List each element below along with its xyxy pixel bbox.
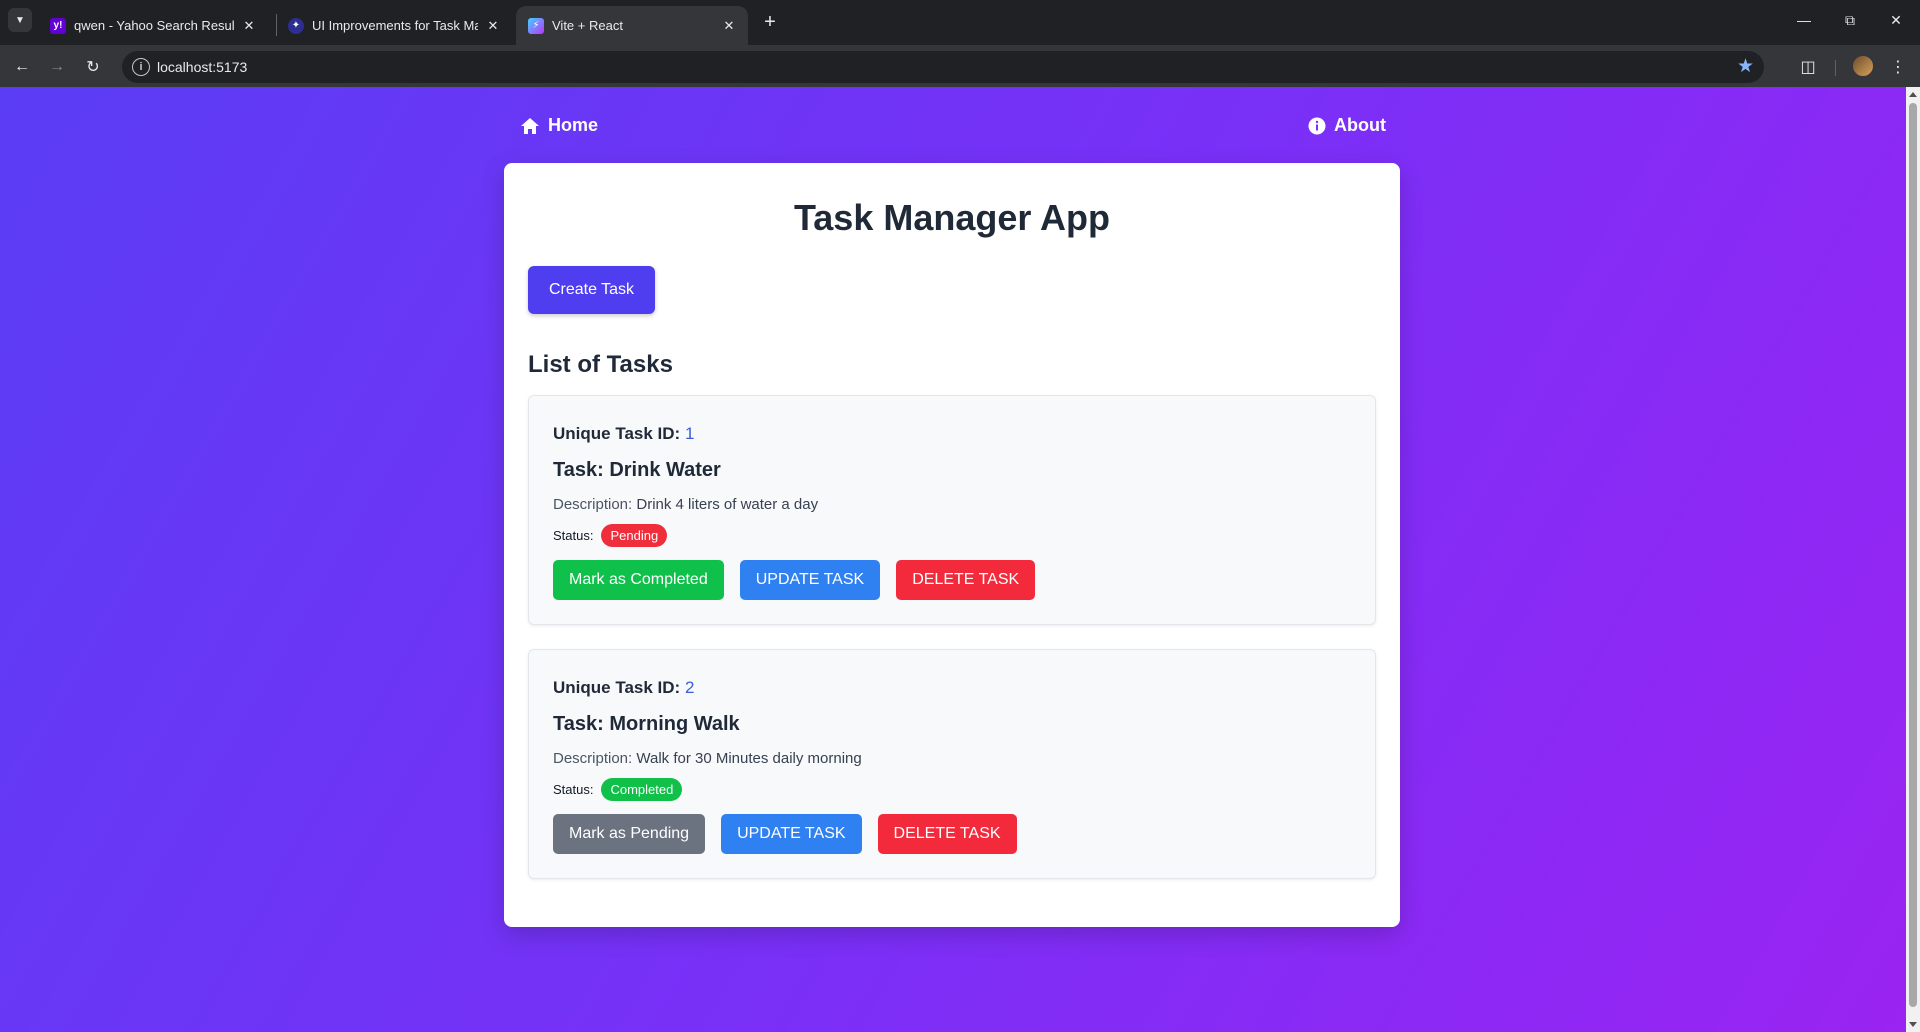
nav-about-label: About — [1334, 115, 1386, 135]
profile-avatar[interactable] — [1851, 54, 1875, 78]
task-card: Unique Task ID: 2 Task: Morning Walk Des… — [528, 649, 1376, 879]
task-name: Task: Morning Walk — [553, 713, 740, 735]
minimize-button[interactable]: — — [1781, 0, 1827, 40]
plus-icon: + — [764, 10, 776, 33]
tab-ui-improvements[interactable]: ✦ UI Improvements for Task Mana ✕ — [276, 6, 512, 45]
task-id-value: 2 — [684, 678, 695, 697]
nav-home-label: Home — [548, 115, 599, 135]
task-status: Status: Pending — [553, 524, 668, 547]
back-button[interactable]: ← — [8, 53, 36, 81]
tab-title: qwen - Yahoo Search Results — [74, 18, 234, 33]
page-viewport: Home About Task Manager App Create Task … — [0, 87, 1906, 1032]
description-label: Description: — [553, 750, 633, 767]
reload-icon: ↻ — [86, 59, 100, 76]
minimize-icon: — — [1797, 12, 1811, 28]
create-task-button[interactable]: Create Task — [528, 266, 655, 314]
app-icon: ✦ — [288, 17, 304, 34]
browser-toolbar: ← → ↻ i localhost:5173 ★ ◫ ⋮ — [0, 45, 1920, 87]
arrow-right-icon: → — [49, 58, 65, 75]
task-actions: Mark as Completed UPDATE TASK DELETE TAS… — [553, 560, 1051, 600]
puzzle-icon: ◫ — [1800, 59, 1816, 76]
delete-task-button[interactable]: DELETE TASK — [877, 814, 1017, 854]
task-id-value: 1 — [684, 424, 695, 443]
task-actions: Mark as Pending UPDATE TASK DELETE TASK — [553, 814, 1033, 854]
close-icon[interactable]: ✕ — [484, 17, 502, 35]
close-icon[interactable]: ✕ — [720, 17, 738, 35]
restore-icon: ⧉ — [1845, 11, 1855, 28]
task-card: Unique Task ID: 1 Task: Drink Water Desc… — [528, 395, 1376, 625]
close-icon: ✕ — [1890, 11, 1902, 28]
extensions-button[interactable]: ◫ — [1795, 54, 1821, 80]
task-description: Description: Walk for 30 Minutes daily m… — [553, 750, 862, 767]
task-status: Status: Completed — [553, 778, 683, 801]
status-badge: Pending — [601, 524, 668, 547]
nav-about-link[interactable]: About — [1308, 115, 1386, 136]
update-task-button[interactable]: UPDATE TASK — [721, 814, 862, 854]
scroll-down-icon[interactable] — [1909, 1022, 1917, 1027]
page-title: Task Manager App — [793, 197, 1111, 238]
reload-button[interactable]: ↻ — [79, 53, 107, 81]
toolbar-divider — [1835, 60, 1836, 76]
tab-title: Vite + React — [552, 18, 623, 33]
status-label: Status: — [553, 782, 594, 797]
scroll-up-icon[interactable] — [1909, 92, 1917, 97]
page-scrollbar[interactable] — [1906, 87, 1920, 1032]
description-label: Description: — [553, 496, 633, 513]
new-tab-button[interactable]: + — [758, 10, 782, 34]
delete-task-button[interactable]: DELETE TASK — [896, 560, 1036, 600]
task-description: Description: Drink 4 liters of water a d… — [553, 496, 818, 513]
tab-title: UI Improvements for Task Mana — [312, 18, 478, 33]
status-label: Status: — [553, 528, 594, 543]
tab-vite-react[interactable]: ⚡ Vite + React ✕ — [516, 6, 748, 45]
task-id-label: Unique Task ID: — [553, 678, 681, 697]
task-id-label: Unique Task ID: — [553, 424, 681, 443]
chevron-down-icon: ▼ — [15, 14, 25, 26]
status-badge: Completed — [601, 778, 683, 801]
arrow-left-icon: ← — [14, 58, 30, 75]
vite-icon: ⚡ — [528, 17, 544, 34]
home-icon — [521, 117, 539, 134]
forward-button[interactable]: → — [43, 53, 71, 81]
kebab-menu-icon: ⋮ — [1890, 59, 1906, 76]
tab-search-button[interactable]: ▼ — [8, 8, 32, 32]
close-window-button[interactable]: ✕ — [1873, 0, 1919, 40]
menu-button[interactable]: ⋮ — [1885, 54, 1911, 80]
task-id-line: Unique Task ID: 2 — [553, 678, 694, 698]
yahoo-icon: y! — [50, 17, 66, 34]
info-circle-icon — [1308, 117, 1326, 134]
close-icon[interactable]: ✕ — [240, 17, 258, 35]
mark-completed-button[interactable]: Mark as Completed — [553, 560, 724, 600]
task-id-line: Unique Task ID: 1 — [553, 424, 694, 444]
update-task-button[interactable]: UPDATE TASK — [739, 560, 881, 600]
restore-button[interactable]: ⧉ — [1827, 0, 1873, 40]
url-text: localhost:5173 — [157, 59, 248, 75]
scrollbar-thumb[interactable] — [1909, 103, 1917, 1007]
bookmark-star-icon[interactable]: ★ — [1737, 55, 1754, 78]
task-manager-card: Task Manager App Create Task List of Tas… — [504, 163, 1400, 927]
mark-pending-button[interactable]: Mark as Pending — [553, 814, 706, 854]
task-list-heading: List of Tasks — [528, 351, 673, 378]
task-name: Task: Drink Water — [553, 459, 721, 481]
address-bar[interactable]: i localhost:5173 ★ — [122, 51, 1764, 83]
app-navbar: Home About — [504, 87, 1400, 163]
tab-yahoo[interactable]: y! qwen - Yahoo Search Results ✕ — [38, 6, 268, 45]
site-info-icon[interactable]: i — [132, 58, 150, 76]
description-value: Drink 4 liters of water a day — [636, 496, 819, 513]
nav-home-link[interactable]: Home — [520, 115, 598, 136]
description-value: Walk for 30 Minutes daily morning — [636, 750, 862, 767]
browser-tab-bar: ▼ y! qwen - Yahoo Search Results ✕ ✦ UI … — [0, 0, 1920, 45]
